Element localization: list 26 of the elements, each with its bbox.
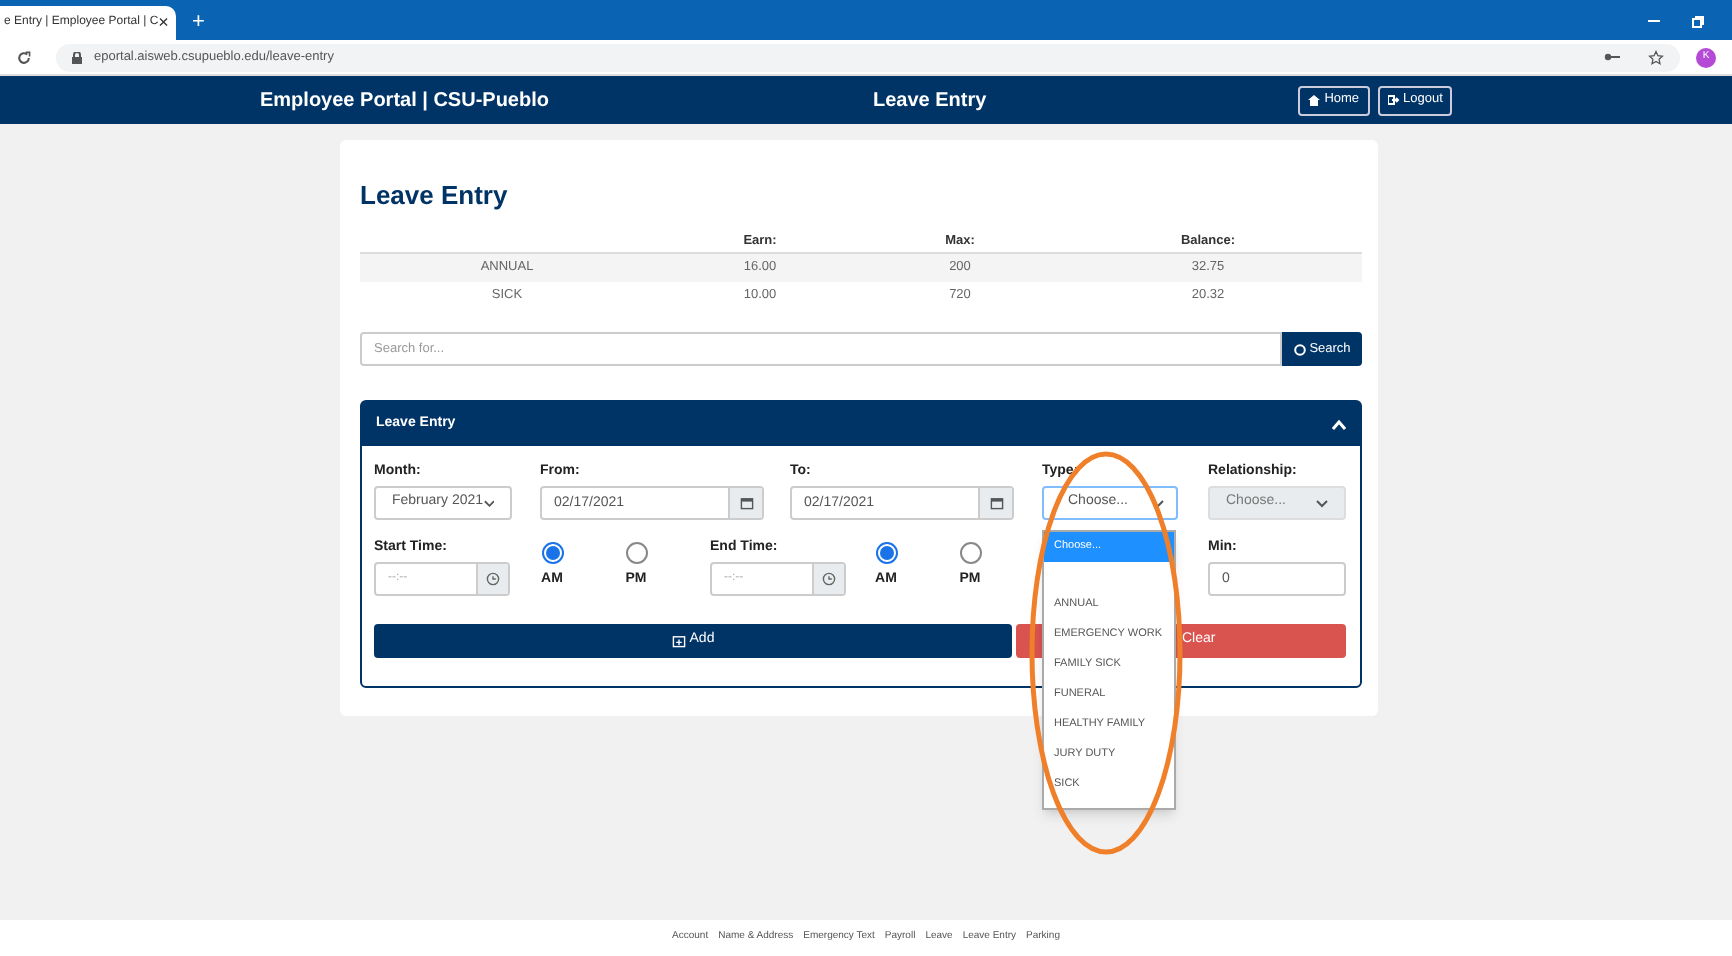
new-tab-button[interactable]: + <box>192 12 205 34</box>
page-heading: Leave Entry <box>360 180 510 212</box>
key-icon[interactable] <box>1604 52 1620 62</box>
clock-icon <box>822 572 836 586</box>
radio-button[interactable] <box>541 542 563 564</box>
page-title: Leave Entry <box>873 87 987 115</box>
restore-icon[interactable] <box>1692 16 1704 28</box>
chevron-up-icon[interactable] <box>1332 419 1346 429</box>
radio-button[interactable] <box>959 542 981 564</box>
reload-icon[interactable] <box>16 49 32 65</box>
minimize-icon[interactable] <box>1648 20 1660 24</box>
brand-title[interactable]: Employee Portal | CSU-Pueblo <box>260 85 549 115</box>
clock-icon <box>486 572 500 586</box>
caret-icon <box>1316 499 1328 507</box>
sign-out-icon <box>1387 94 1400 106</box>
caret-icon <box>483 499 494 507</box>
calendar-icon <box>739 496 753 510</box>
calendar-plus-icon <box>671 634 686 648</box>
calendar-icon <box>989 496 1003 510</box>
radio-button[interactable] <box>875 542 897 564</box>
caret-icon <box>1152 499 1164 507</box>
lock-icon <box>72 51 82 63</box>
radio-button[interactable] <box>625 542 647 564</box>
home-icon <box>1308 94 1321 106</box>
search-icon <box>1293 343 1306 355</box>
star-icon[interactable] <box>1648 49 1664 65</box>
